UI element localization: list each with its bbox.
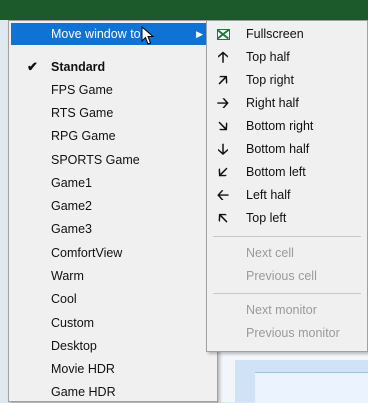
menu-item-label: Move window to <box>51 27 141 41</box>
menu-item-standard[interactable]: ✔ Standard <box>11 56 215 78</box>
submenu-item-top-half[interactable]: 🡡 Top half <box>209 46 365 68</box>
menu-item-move-window-to[interactable]: Move window to ▶ <box>11 23 215 45</box>
menu-item-label: FPS Game <box>51 83 113 97</box>
submenu-item-next-monitor[interactable]: Next monitor <box>209 299 365 321</box>
submenu-item-label: Top right <box>246 73 294 87</box>
arrow-right-icon: 🡢 <box>216 94 230 112</box>
menu-item-desktop[interactable]: Desktop <box>11 335 215 357</box>
menu-item-label: Standard <box>51 60 106 74</box>
submenu-item-label: Previous monitor <box>246 326 340 340</box>
submenu-item-bottom-half[interactable]: 🡣 Bottom half <box>209 138 365 160</box>
submenu-item-label: Top half <box>246 50 290 64</box>
submenu-item-label: Next cell <box>246 246 294 260</box>
menu-item-rpg-game[interactable]: RPG Game <box>11 125 215 147</box>
background-window-strip-inner <box>255 372 368 403</box>
menu-item-cool[interactable]: Cool <box>11 288 215 310</box>
menu-item-label: SPORTS Game <box>51 153 140 167</box>
submenu-item-label: Left half <box>246 188 291 202</box>
submenu-item-label: Right half <box>246 96 299 110</box>
menu-item-fps-game[interactable]: FPS Game <box>11 79 215 101</box>
menu-item-label: Cool <box>51 292 77 306</box>
menu-item-game3[interactable]: Game3 <box>11 218 215 240</box>
menu-item-custom[interactable]: Custom <box>11 312 215 334</box>
mouse-cursor-icon <box>141 26 155 45</box>
arrow-up-left-icon: 🡤 <box>218 209 228 227</box>
submenu-item-label: Previous cell <box>246 269 317 283</box>
menu-item-label: Movie HDR <box>51 362 115 376</box>
submenu-item-label: Top left <box>246 211 287 225</box>
submenu-item-label: Fullscreen <box>246 27 304 41</box>
fullscreen-icon <box>215 26 231 42</box>
submenu-item-label: Bottom left <box>246 165 306 179</box>
menu-item-label: Warm <box>51 269 84 283</box>
arrow-up-right-icon: 🡥 <box>218 71 228 89</box>
submenu-item-label: Next monitor <box>246 303 317 317</box>
menu-item-warm[interactable]: Warm <box>11 265 215 287</box>
submenu-item-bottom-right[interactable]: 🡦 Bottom right <box>209 115 365 137</box>
submenu-item-previous-cell[interactable]: Previous cell <box>209 265 365 287</box>
submenu-item-bottom-left[interactable]: 🡧 Bottom left <box>209 161 365 183</box>
submenu-item-right-half[interactable]: 🡢 Right half <box>209 92 365 114</box>
arrow-down-right-icon: 🡦 <box>218 117 228 135</box>
arrow-down-left-icon: 🡧 <box>218 163 228 181</box>
menu-item-label: Game2 <box>51 199 92 213</box>
submenu-item-fullscreen[interactable]: Fullscreen <box>209 23 365 45</box>
menu-item-label: RPG Game <box>51 129 116 143</box>
menu-item-movie-hdr[interactable]: Movie HDR <box>11 358 215 380</box>
submenu-item-left-half[interactable]: 🡠 Left half <box>209 184 365 206</box>
menu-item-game2[interactable]: Game2 <box>11 195 215 217</box>
menu-item-label: Custom <box>51 316 95 330</box>
menu-item-label: RTS Game <box>51 106 114 120</box>
menu-item-game-hdr[interactable]: Game HDR <box>11 381 215 403</box>
menu-item-label: ComfortView <box>51 246 123 260</box>
menu-item-label: Game3 <box>51 222 92 236</box>
menu-separator <box>213 293 361 294</box>
display-mode-menu: Move window to ▶ ✔ Standard FPS Game RTS… <box>8 20 218 402</box>
arrow-down-icon: 🡣 <box>217 140 229 158</box>
menu-item-label: Game1 <box>51 176 92 190</box>
background-window-titlebar <box>0 0 368 20</box>
arrow-up-icon: 🡡 <box>217 48 229 66</box>
menu-item-rts-game[interactable]: RTS Game <box>11 102 215 124</box>
move-window-submenu: Fullscreen 🡡 Top half 🡥 Top right 🡢 Righ… <box>206 20 368 352</box>
arrow-left-icon: 🡠 <box>216 186 230 204</box>
checkmark-icon: ✔ <box>27 59 38 74</box>
menu-item-comfortview[interactable]: ComfortView <box>11 242 215 264</box>
submenu-arrow-icon: ▶ <box>196 28 203 39</box>
submenu-item-previous-monitor[interactable]: Previous monitor <box>209 322 365 344</box>
menu-item-sports-game[interactable]: SPORTS Game <box>11 149 215 171</box>
submenu-item-next-cell[interactable]: Next cell <box>209 242 365 264</box>
menu-separator <box>213 236 361 237</box>
submenu-item-top-right[interactable]: 🡥 Top right <box>209 69 365 91</box>
submenu-item-label: Bottom half <box>246 142 310 156</box>
submenu-item-top-left[interactable]: 🡤 Top left <box>209 207 365 229</box>
menu-item-label: Game HDR <box>51 385 116 399</box>
submenu-item-label: Bottom right <box>246 119 314 133</box>
menu-item-game1[interactable]: Game1 <box>11 172 215 194</box>
menu-item-label: Desktop <box>51 339 97 353</box>
